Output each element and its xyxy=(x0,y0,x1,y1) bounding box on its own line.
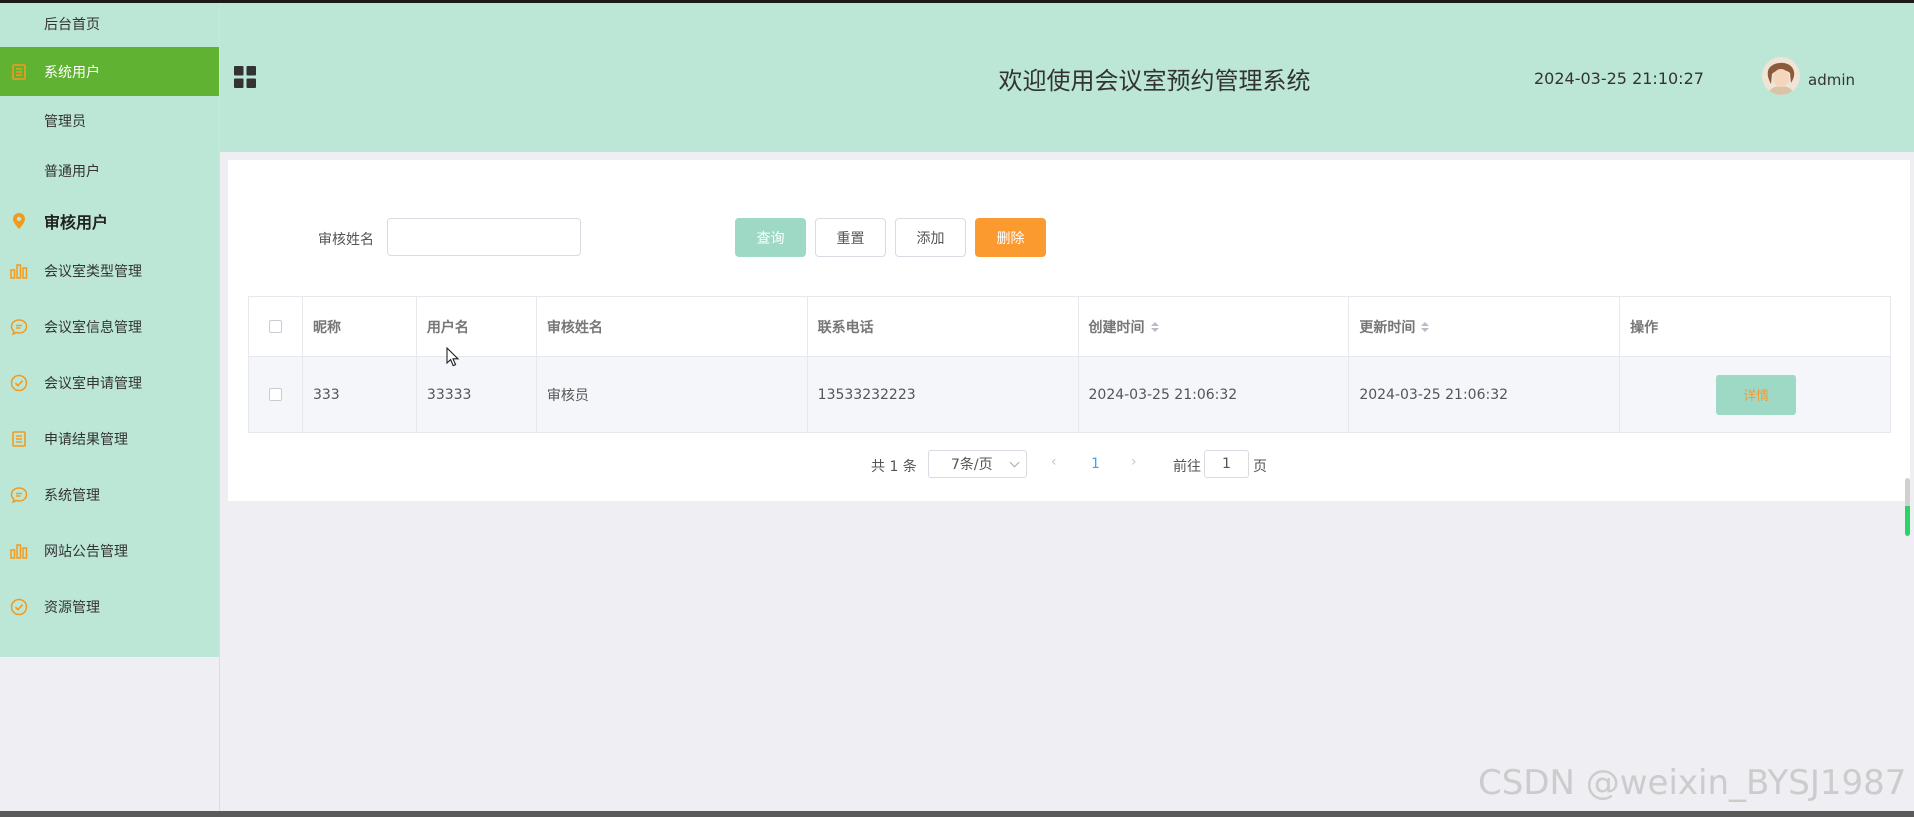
chat-bubble-icon xyxy=(10,318,28,336)
sidebar-item-regular-users[interactable]: 普通用户 xyxy=(0,146,219,196)
column-header-reviewer-name: 审核姓名 xyxy=(537,297,808,356)
cell-actions: 详情 xyxy=(1620,357,1890,432)
sidebar-item-label: 系统用户 xyxy=(44,64,100,81)
pagination: 共 1 条 7条/页 ‹ 1 › 前往 页 xyxy=(228,450,1910,478)
column-header-label: 审核姓名 xyxy=(546,319,603,336)
cell-updated: 2024-03-25 21:06:32 xyxy=(1349,357,1621,432)
column-header-label: 联系电话 xyxy=(817,319,874,336)
sidebar-item-label: 会议室信息管理 xyxy=(44,320,142,336)
chevron-down-icon xyxy=(1009,457,1020,468)
column-header-label: 用户名 xyxy=(426,319,469,336)
cell-phone: 13533232223 xyxy=(808,357,1079,432)
sidebar-item-label: 系统管理 xyxy=(44,488,100,504)
sidebar-item-room-applications[interactable]: 会议室申请管理 xyxy=(0,358,219,408)
sidebar-item-label: 后台首页 xyxy=(44,17,100,33)
column-header-created[interactable]: 创建时间 xyxy=(1079,297,1350,356)
sidebar-item-room-types[interactable]: 会议室类型管理 xyxy=(0,246,219,296)
search-label: 审核姓名 xyxy=(318,232,374,248)
window-bottom-border xyxy=(0,811,1914,817)
sidebar-item-site-announcements[interactable]: 网站公告管理 xyxy=(0,526,219,576)
next-page-icon[interactable]: › xyxy=(1131,454,1137,470)
row-checkbox[interactable] xyxy=(268,388,282,401)
delete-button[interactable]: 删除 xyxy=(975,218,1046,257)
prev-page-icon[interactable]: ‹ xyxy=(1051,454,1057,470)
column-header-username: 用户名 xyxy=(417,297,537,356)
table-header-row: 昵称 用户名 审核姓名 联系电话 创建时间 更新时间 操作 xyxy=(249,297,1890,357)
sidebar-item-label: 会议室类型管理 xyxy=(44,264,142,280)
column-header-actions: 操作 xyxy=(1620,297,1890,356)
sidebar-item-home[interactable]: 后台首页 xyxy=(0,3,219,45)
sidebar-item-administrators[interactable]: 管理员 xyxy=(0,96,219,146)
cell-username: 33333 xyxy=(417,357,537,432)
reviewer-name-search-input[interactable] xyxy=(387,218,581,256)
sidebar-item-label: 资源管理 xyxy=(44,600,100,616)
goto-label: 前往 xyxy=(1173,459,1201,475)
column-header-updated[interactable]: 更新时间 xyxy=(1349,297,1621,356)
sidebar-item-label: 管理员 xyxy=(44,114,86,130)
table-row: 333 33333 审核员 13533232223 2024-03-25 21:… xyxy=(249,357,1890,432)
bar-chart-icon xyxy=(10,542,28,560)
sidebar-item-application-results[interactable]: 申请结果管理 xyxy=(0,414,219,464)
add-button[interactable]: 添加 xyxy=(895,218,966,257)
select-all-checkbox[interactable] xyxy=(268,320,282,333)
check-circle-icon xyxy=(10,374,28,392)
sidebar: 后台首页 系统用户 管理员 普通用户 审核用户 会议室类型管理 会议室信息管理 … xyxy=(0,3,220,657)
sidebar-item-label: 审核用户 xyxy=(44,213,109,232)
sidebar-empty-area xyxy=(0,657,220,811)
column-header-label: 操作 xyxy=(1630,319,1659,336)
document-icon xyxy=(10,63,28,81)
sidebar-item-label: 申请结果管理 xyxy=(44,432,128,448)
sidebar-item-label: 普通用户 xyxy=(44,164,100,180)
column-header-nickname: 昵称 xyxy=(303,297,417,356)
sidebar-item-system-users[interactable]: 系统用户 xyxy=(0,47,219,96)
chat-bubble-icon xyxy=(10,486,28,504)
sidebar-item-label: 会议室申请管理 xyxy=(44,376,142,392)
page-suffix: 页 xyxy=(1253,459,1267,475)
detail-button[interactable]: 详情 xyxy=(1716,374,1797,415)
location-pin-icon xyxy=(10,212,28,230)
username[interactable]: admin xyxy=(1808,71,1855,89)
header: 欢迎使用会议室预约管理系统 2024-03-25 21:10:27 admin xyxy=(220,3,1914,152)
cell-reviewer-name: 审核员 xyxy=(537,357,808,432)
sidebar-item-room-info[interactable]: 会议室信息管理 xyxy=(0,302,219,352)
goto-page-input[interactable] xyxy=(1204,450,1249,478)
main-panel: 审核姓名 查询 重置 添加 删除 昵称 用户名 审核姓名 联系电话 创建时间 更… xyxy=(228,160,1910,501)
row-select-cell xyxy=(249,357,303,432)
document-icon xyxy=(10,430,28,448)
check-circle-icon xyxy=(10,598,28,616)
current-datetime: 2024-03-25 21:10:27 xyxy=(1534,69,1704,88)
bar-chart-icon xyxy=(10,262,28,280)
sidebar-item-system-management[interactable]: 系统管理 xyxy=(0,470,219,520)
page-size-select[interactable]: 7条/页 xyxy=(928,450,1027,478)
scrollbar-thumb[interactable] xyxy=(1905,478,1910,536)
total-count: 共 1 条 xyxy=(871,459,917,475)
cell-nickname: 333 xyxy=(303,357,417,432)
reset-button[interactable]: 重置 xyxy=(815,218,886,257)
mouse-cursor-icon xyxy=(446,346,460,371)
page-number[interactable]: 1 xyxy=(1091,456,1100,472)
watermark: CSDN @weixin_BYSJ1987 xyxy=(1478,763,1907,803)
sidebar-item-label: 网站公告管理 xyxy=(44,544,128,560)
sidebar-item-reviewer-users[interactable]: 审核用户 xyxy=(0,196,219,246)
sort-icon[interactable] xyxy=(1421,321,1430,332)
column-header-phone: 联系电话 xyxy=(808,297,1079,356)
sidebar-item-resources[interactable]: 资源管理 xyxy=(0,582,219,632)
page-size-value: 7条/页 xyxy=(951,457,993,473)
sort-icon[interactable] xyxy=(1150,321,1159,332)
column-header-label: 昵称 xyxy=(312,319,341,336)
column-header-label: 更新时间 xyxy=(1359,319,1416,336)
data-table: 昵称 用户名 审核姓名 联系电话 创建时间 更新时间 操作 333 33333 … xyxy=(248,296,1891,433)
query-button[interactable]: 查询 xyxy=(735,218,806,257)
cell-created: 2024-03-25 21:06:32 xyxy=(1079,357,1350,432)
column-header-label: 创建时间 xyxy=(1088,319,1145,336)
avatar[interactable] xyxy=(1762,57,1800,95)
select-all-cell xyxy=(249,297,303,356)
